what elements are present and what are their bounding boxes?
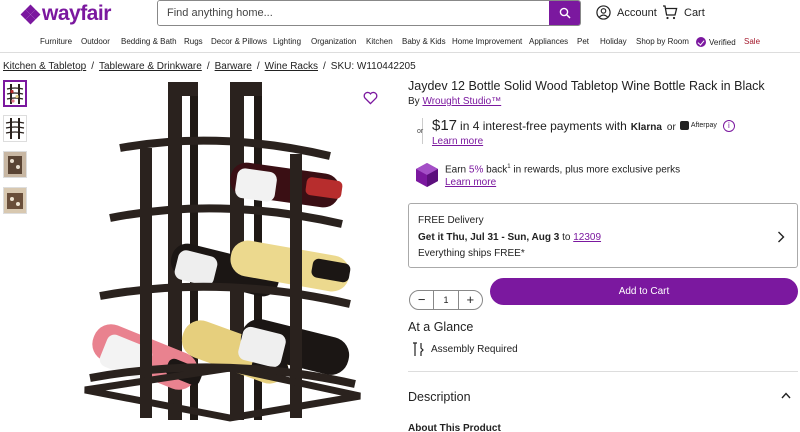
thumbnail-1[interactable]	[3, 80, 27, 107]
cart-label: Cart	[684, 6, 705, 19]
nav-lighting[interactable]: Lighting	[273, 37, 301, 46]
installment-amount: $17	[432, 117, 458, 134]
thumbnail-lifestyle-image	[4, 188, 26, 213]
nav-pet[interactable]: Pet	[577, 37, 589, 46]
nav-baby-kids[interactable]: Baby & Kids	[402, 37, 446, 46]
account-icon	[596, 5, 611, 20]
installment-offer: $17 in 4 interest-free payments with Kla…	[432, 117, 735, 134]
section-divider	[408, 371, 798, 372]
product-main-image	[84, 82, 361, 422]
quantity-increase-button[interactable]: +	[459, 291, 482, 309]
chevron-right-icon	[778, 231, 785, 243]
rewards-percent: 5%	[468, 164, 484, 176]
info-icon[interactable]: i	[722, 119, 735, 132]
rewards-perks-text: in rewards, plus more exclusive perks	[513, 164, 681, 176]
payment-or-label: or	[666, 122, 676, 133]
rewards-back-text: back	[486, 164, 508, 176]
assembly-tools-icon	[413, 342, 424, 356]
rewards-cube-icon	[416, 163, 438, 187]
description-heading[interactable]: Description	[408, 390, 471, 404]
installment-learn-more-link[interactable]: Learn more	[432, 136, 483, 147]
afterpay-label: Afterpay	[690, 122, 717, 129]
breadcrumb: Kitchen & Tabletop / Tableware & Drinkwa…	[3, 61, 416, 72]
delivery-dates: Get it Thu, Jul 31 - Sun, Aug 3	[418, 232, 560, 243]
rewards-offer: Earn 5% back1 in rewards, plus more excl…	[445, 164, 680, 175]
site-header: wayfair Account Cart	[0, 0, 800, 30]
quantity-stepper: − 1 +	[409, 290, 483, 310]
payment-or-label: or	[417, 128, 424, 135]
sku-label: SKU: W110442205	[330, 61, 416, 72]
wayfair-logo[interactable]: wayfair	[20, 2, 111, 26]
account-link[interactable]: Account	[596, 5, 657, 20]
nav-organization[interactable]: Organization	[311, 37, 356, 46]
search-input[interactable]	[158, 1, 549, 25]
logo-text: wayfair	[42, 2, 111, 25]
thumbnail-2[interactable]	[3, 115, 27, 142]
breadcrumb-separator: /	[91, 61, 94, 72]
breadcrumb-separator: /	[206, 61, 210, 72]
delivery-to-label: to	[562, 232, 571, 243]
rewards-footnote: 1	[507, 164, 511, 170]
breadcrumb-separator: /	[256, 61, 260, 72]
cart-icon	[663, 5, 678, 20]
search-button[interactable]	[549, 1, 580, 25]
nav-kitchen[interactable]: Kitchen	[366, 37, 393, 46]
klarna-logo: Klarna	[630, 122, 662, 133]
thumbnail-lifestyle-image	[4, 152, 26, 177]
nav-home-improvement[interactable]: Home Improvement	[452, 37, 522, 46]
about-product-heading: About This Product	[408, 423, 501, 432]
free-delivery-label: FREE Delivery	[418, 215, 484, 226]
delivery-card[interactable]: FREE Delivery Get it Thu, Jul 31 - Sun, …	[408, 203, 798, 268]
nav-bedding-bath[interactable]: Bedding & Bath	[121, 37, 177, 46]
nav-furniture[interactable]: Furniture	[40, 37, 72, 46]
delivery-estimate: Get it Thu, Jul 31 - Sun, Aug 3 to 12309	[418, 232, 601, 243]
nav-verified-label: Verified	[709, 37, 736, 47]
nav-rugs[interactable]: Rugs	[184, 37, 203, 46]
breadcrumb-barware[interactable]: Barware	[215, 61, 252, 72]
thumbnail-3[interactable]	[3, 151, 27, 178]
rewards-earn-label: Earn	[445, 164, 467, 176]
bottle-red-top	[230, 162, 343, 208]
thumbnail-rack-image	[6, 84, 24, 104]
product-title: Jaydev 12 Bottle Solid Wood Tabletop Win…	[408, 79, 765, 93]
nav-decor-pillows[interactable]: Decor & Pillows	[211, 37, 267, 46]
thumbnail-4[interactable]	[3, 187, 27, 214]
search-bar	[157, 0, 581, 26]
rewards-learn-more-link[interactable]: Learn more	[445, 177, 496, 188]
nav-verified[interactable]: Verified	[696, 37, 736, 47]
breadcrumb-separator: /	[323, 61, 326, 72]
installment-text: in 4 interest-free payments with	[460, 119, 627, 133]
brand-byline: By Wrought Studio™	[408, 96, 501, 107]
nav-holiday[interactable]: Holiday	[600, 37, 627, 46]
breadcrumb-wine-racks[interactable]: Wine Racks	[265, 61, 318, 72]
nav-outdoor[interactable]: Outdoor	[81, 37, 110, 46]
quantity-decrease-button[interactable]: −	[410, 291, 433, 309]
add-to-cart-button[interactable]: Add to Cart	[490, 278, 798, 305]
breadcrumb-kitchen-tabletop[interactable]: Kitchen & Tabletop	[3, 61, 86, 72]
cart-link[interactable]: Cart	[662, 5, 705, 20]
nav-appliances[interactable]: Appliances	[529, 37, 568, 46]
search-icon	[559, 7, 571, 19]
verified-badge-icon	[696, 37, 706, 47]
nav-shop-by-room[interactable]: Shop by Room	[636, 37, 689, 46]
afterpay-logo: Afterpay	[679, 121, 717, 130]
favorite-heart-icon[interactable]	[363, 91, 378, 105]
at-a-glance-heading: At a Glance	[408, 320, 474, 334]
breadcrumb-tableware-drinkware[interactable]: Tableware & Drinkware	[99, 61, 202, 72]
nav-sale[interactable]: Sale	[744, 37, 760, 46]
delivery-zip-link[interactable]: 12309	[573, 232, 601, 243]
quantity-value[interactable]: 1	[433, 291, 459, 309]
thumbnail-rack-image	[5, 118, 25, 139]
by-label: By	[408, 96, 420, 107]
chevron-up-icon[interactable]	[781, 392, 791, 399]
category-nav: Furniture Outdoor Bedding & Bath Rugs De…	[0, 33, 800, 53]
logo-mark-icon	[20, 4, 41, 24]
assembly-required-label: Assembly Required	[431, 344, 518, 355]
brand-link[interactable]: Wrought Studio™	[422, 96, 501, 107]
afterpay-icon	[679, 121, 689, 130]
account-label: Account	[617, 6, 657, 19]
ships-free-label: Everything ships FREE*	[418, 248, 525, 259]
